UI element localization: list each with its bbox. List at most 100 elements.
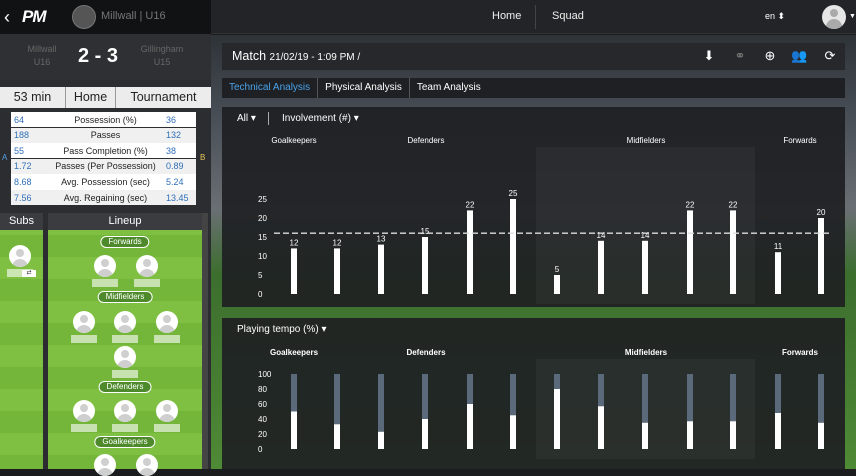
avatar-icon [114, 400, 136, 422]
y-tick-label: 100 [258, 370, 272, 379]
tab-physical-analysis[interactable]: Physical Analysis [318, 78, 410, 98]
language-select[interactable]: en ⬍ [765, 11, 785, 22]
tab-technical-analysis[interactable]: Technical Analysis [222, 78, 319, 98]
tab-team-analysis[interactable]: Team Analysis [410, 78, 488, 98]
player-name [71, 335, 97, 343]
side-b-label: B [200, 153, 206, 162]
avatar-icon [156, 400, 178, 422]
chevron-down-icon[interactable]: ▼ [849, 13, 856, 20]
top-nav: Home Squad en ⬍ ▼ [211, 0, 856, 34]
bar [730, 210, 736, 294]
team-b-name: Gillingham U15 [140, 44, 184, 67]
lineup-player[interactable] [92, 255, 118, 287]
stat-value-a: 1.72 [14, 161, 32, 172]
stat-row: 7.56 Avg. Regaining (sec) 13.45 [11, 189, 196, 206]
stat-value-a: 188 [14, 130, 30, 141]
pos-forwards: Forwards [100, 236, 150, 248]
refresh-icon[interactable]: ⟳ [822, 48, 838, 64]
lineup-player[interactable] [112, 400, 138, 432]
tempo-bar-remaining [598, 374, 604, 407]
stat-value-b: 5.24 [166, 177, 184, 188]
stat-label: Passes (Per Possession) [55, 161, 156, 172]
stat-value-b: 13.45 [166, 192, 189, 203]
avatar-icon [136, 454, 158, 476]
stat-row: 188 Passes 132 [11, 127, 196, 143]
lineup-player[interactable] [134, 255, 160, 287]
player-name [112, 335, 138, 343]
tempo-bar-remaining [818, 374, 824, 423]
left-topbar: ‹ PM Millwall | U16 [0, 0, 211, 34]
tempo-bar [334, 424, 340, 449]
y-tick-label: 0 [258, 290, 263, 299]
subs-title: Subs [0, 213, 43, 230]
bar-value-label: 22 [729, 200, 738, 209]
team-badge-icon [72, 5, 96, 29]
lineup-player[interactable] [154, 400, 180, 432]
bar [818, 218, 824, 294]
tempo-bar-remaining [334, 374, 340, 425]
team-name: Millwall | U16 [101, 10, 166, 22]
lineup-player[interactable] [71, 400, 97, 432]
bar [467, 210, 473, 294]
lineup-player[interactable] [154, 311, 180, 343]
pos-midfielders: Midfielders [97, 291, 153, 303]
y-tick-label: 15 [258, 233, 267, 242]
user-avatar[interactable] [822, 5, 846, 29]
tempo-bar-remaining [775, 374, 781, 413]
match-title: Match 21/02/19 - 1:09 PM / [232, 49, 360, 63]
lineup-player[interactable] [71, 311, 97, 343]
side-a-label: A [2, 153, 8, 162]
lineup-player[interactable] [92, 454, 118, 476]
link-icon[interactable]: ⚭ [732, 48, 748, 64]
player-name [112, 370, 138, 378]
y-tick-label: 5 [258, 271, 263, 280]
nav-home[interactable]: Home [492, 10, 521, 22]
stat-label: Avg. Regaining (sec) [63, 192, 148, 203]
language-value: en [765, 11, 776, 21]
tempo-bar-remaining [378, 374, 384, 432]
player-name [154, 424, 180, 432]
stat-value-b: 38 [166, 145, 177, 156]
bar [687, 210, 693, 294]
back-icon[interactable]: ‹ [4, 7, 10, 28]
tempo-bar [378, 431, 384, 449]
group-label-goalkeepers: Goalkeepers [270, 348, 319, 357]
y-tick-label: 60 [258, 400, 267, 409]
player-name [112, 424, 138, 432]
bar-value-label: 22 [686, 200, 695, 209]
involvement-chart: Goalkeepers Defenders Midfielders Forwards 0… [258, 136, 832, 304]
stat-row: 8.68 Avg. Possession (sec) 5.24 [11, 174, 196, 190]
stat-value-b: 132 [166, 130, 182, 141]
lineup-player[interactable] [112, 311, 138, 343]
y-tick-label: 25 [258, 195, 267, 204]
match-minutes: 53 min [0, 87, 66, 108]
swap-icon[interactable]: ⇄ [22, 270, 36, 277]
tempo-bar [818, 422, 824, 449]
bar-value-label: 14 [641, 231, 650, 240]
lineup-player[interactable] [134, 454, 160, 476]
add-icon[interactable]: ⊕ [762, 48, 778, 64]
team-icon[interactable]: 👥 [791, 48, 807, 64]
tempo-chart: Goalkeepers Defenders Midfielders Forwards 0… [258, 348, 824, 459]
download-icon[interactable]: ⬇ [701, 48, 717, 64]
match-label: Match [232, 49, 267, 63]
match-venue: Home [66, 87, 116, 108]
tempo-bar-remaining [554, 374, 560, 389]
tempo-bar-remaining [687, 374, 693, 422]
nav-squad[interactable]: Squad [552, 10, 584, 22]
bar [554, 275, 560, 294]
bar-value-label: 13 [377, 235, 386, 244]
lineup-player[interactable] [112, 346, 138, 378]
lineup-scrollbar[interactable] [202, 213, 208, 469]
tempo-bar [422, 419, 428, 449]
stat-value-a: 64 [14, 114, 25, 125]
match-header: Match 21/02/19 - 1:09 PM / ⬇ ⚭ ⊕ 👥 ⟳ [222, 43, 845, 70]
analysis-tabs: Technical Analysis Physical Analysis Tea… [222, 78, 845, 98]
group-label-midfielders: Midfielders [627, 136, 666, 145]
lineup-panel: Lineup Forwards Midfielders Defenders Go… [48, 213, 202, 476]
stat-value-a: 7.56 [14, 192, 32, 203]
bar [291, 248, 297, 294]
bar [598, 240, 604, 294]
group-label-goalkeepers: Goalkeepers [271, 136, 316, 145]
bar [378, 244, 384, 294]
